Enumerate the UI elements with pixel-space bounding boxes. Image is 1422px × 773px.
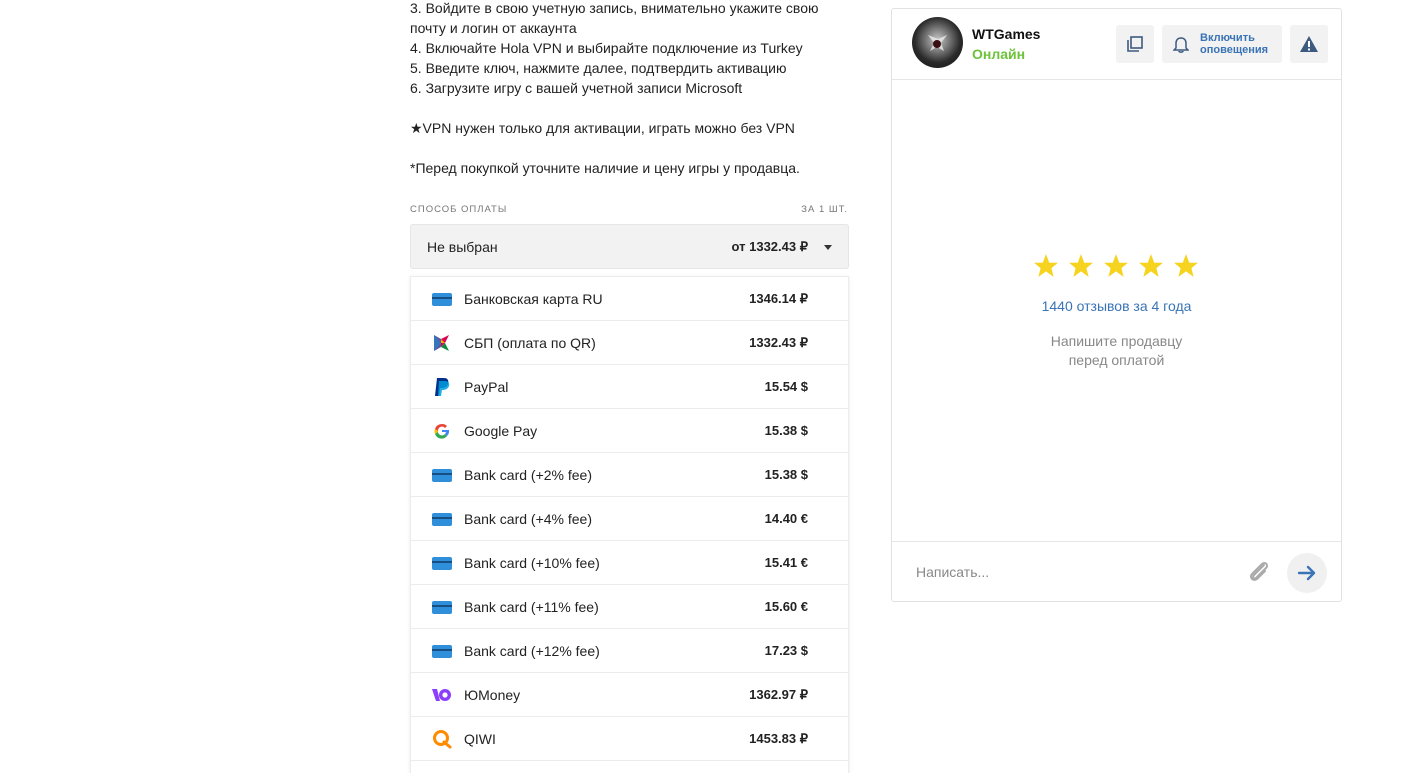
- bank-card-icon: [431, 641, 453, 661]
- arrow-right-icon: [1297, 565, 1316, 581]
- paypal-icon: [431, 377, 453, 397]
- product-description: 3. Войдите в свою учетную запись, внимат…: [410, 0, 850, 178]
- payment-option[interactable]: Bank card (+11% fee) 15.60 €: [411, 585, 848, 629]
- payment-option-name: QIWI: [464, 731, 496, 747]
- star-icon: [1034, 254, 1058, 277]
- description-line: *Перед покупкой уточните наличие и цену …: [410, 160, 800, 176]
- payment-option[interactable]: Google Pay 15.38 $: [411, 409, 848, 453]
- payment-option-name: Bank card (+10% fee): [464, 555, 600, 571]
- copy-button[interactable]: [1116, 25, 1154, 63]
- payment-option[interactable]: Банковская карта RU 1346.14 ₽: [411, 277, 848, 321]
- rating-stars: [1033, 253, 1201, 281]
- payment-option[interactable]: Bank card (+4% fee) 14.40 €: [411, 497, 848, 541]
- description-line: 6. Загрузите игру с вашей учетной записи…: [410, 80, 743, 96]
- contact-hint-line: Напишите продавцу: [1050, 333, 1183, 349]
- bank-card-icon: [431, 597, 453, 617]
- notifications-label-line: Включить: [1200, 32, 1255, 44]
- star-icon: [1139, 254, 1163, 277]
- payment-method-label: СПОСОБ ОПЛАТЫ: [410, 204, 508, 215]
- payment-option[interactable]: Bank card (+12% fee) 17.23 $: [411, 629, 848, 673]
- bank-card-icon: [431, 289, 453, 309]
- payment-option-price: 1346.14 ₽: [749, 291, 808, 306]
- selected-method: Не выбран: [427, 239, 498, 255]
- avatar[interactable]: [912, 17, 963, 68]
- chevron-down-icon: [824, 245, 832, 250]
- seller-header: WTGames Онлайн Включить оповещения: [892, 9, 1341, 80]
- notifications-label: Включить оповещения: [1200, 32, 1268, 56]
- payment-option[interactable]: Bank card (+2% fee) 15.38 $: [411, 453, 848, 497]
- bank-card-icon: [431, 509, 453, 529]
- payment-option-name: ЮMoney: [464, 687, 521, 703]
- payment-option-price: 15.38 $: [764, 467, 808, 482]
- seller-status: Онлайн: [972, 46, 1026, 62]
- payment-option-name: Bank card (+4% fee): [464, 511, 593, 527]
- payment-method-select[interactable]: Не выбран от 1332.43 ₽: [410, 224, 849, 269]
- yoomoney-icon: [431, 685, 453, 705]
- payment-option-name: Банковская карта RU: [464, 291, 603, 307]
- payment-option-price: 1453.83 ₽: [749, 731, 808, 746]
- enable-notifications-button[interactable]: Включить оповещения: [1162, 25, 1282, 63]
- star-icon: [1104, 254, 1128, 277]
- notifications-label-line: оповещения: [1200, 44, 1269, 56]
- star-icon: [1174, 254, 1198, 277]
- star-icon: [1069, 254, 1093, 277]
- description-line: 3. Войдите в свою учетную запись, внимат…: [410, 0, 819, 16]
- paperclip-icon: [1249, 561, 1269, 581]
- warning-icon: [1300, 36, 1318, 52]
- bank-card-icon: [431, 553, 453, 573]
- payment-option-name: Google Pay: [464, 423, 538, 439]
- from-price: от 1332.43 ₽: [731, 239, 808, 254]
- message-input[interactable]: [916, 560, 1216, 584]
- payment-option[interactable]: ЮMoney 1362.97 ₽: [411, 673, 848, 717]
- description-line: 5. Введите ключ, нажмите далее, подтверд…: [410, 60, 787, 76]
- description-line: ★VPN нужен только для активации, играть …: [410, 120, 795, 136]
- payment-method-list: Банковская карта RU 1346.14 ₽ СБП (оплат…: [410, 276, 849, 773]
- payment-option[interactable]: PayPal 15.54 $: [411, 365, 848, 409]
- payment-option-price: 1332.43 ₽: [749, 335, 808, 350]
- bank-card-icon: [431, 465, 453, 485]
- payment-option[interactable]: QIWI 1453.83 ₽: [411, 717, 848, 761]
- payment-option-name: Bank card (+2% fee): [464, 467, 593, 483]
- message-composer: [892, 541, 1341, 601]
- google-icon: [431, 421, 453, 441]
- payment-option-name: Bank card (+11% fee): [464, 599, 599, 615]
- per-unit-label: ЗА 1 ШТ.: [801, 204, 848, 215]
- copy-icon: [1127, 36, 1143, 52]
- payment-option-name: СБП (оплата по QR): [464, 335, 596, 351]
- payment-option[interactable]: Bank card (+10% fee) 15.41 €: [411, 541, 848, 585]
- contact-hint: Напишите продавцу перед оплатой: [892, 332, 1341, 370]
- reviews-link[interactable]: 1440 отзывов за 4 года: [892, 298, 1341, 314]
- attach-button[interactable]: [1245, 558, 1273, 586]
- payment-option-name: PayPal: [464, 379, 509, 395]
- description-line: почту и логин от аккаунта: [410, 20, 577, 36]
- seller-name[interactable]: WTGames: [972, 26, 1040, 42]
- qiwi-icon: [431, 729, 453, 749]
- send-button[interactable]: [1287, 553, 1327, 593]
- seller-chat-panel: WTGames Онлайн Включить оповещения 1440 …: [891, 8, 1342, 602]
- payment-option-price: 1362.97 ₽: [749, 687, 808, 702]
- payment-option-price: 15.41 €: [764, 555, 808, 570]
- report-button[interactable]: [1290, 25, 1328, 63]
- payment-option-price: 17.23 $: [764, 643, 808, 658]
- bell-icon: [1173, 37, 1189, 53]
- payment-option-price: 15.38 $: [764, 423, 808, 438]
- payment-option-price: 14.40 €: [764, 511, 808, 526]
- contact-hint-line: перед оплатой: [1068, 352, 1165, 368]
- payment-option-price: 15.54 $: [764, 379, 808, 394]
- payment-option[interactable]: СБП (оплата по QR) 1332.43 ₽: [411, 321, 848, 365]
- description-line: 4. Включайте Hola VPN и выбирайте подклю…: [410, 40, 803, 56]
- sbp-icon: [431, 333, 453, 353]
- payment-method-header: СПОСОБ ОПЛАТЫ ЗА 1 ШТ.: [410, 204, 848, 216]
- payment-option-price: 15.60 €: [764, 599, 808, 614]
- payment-option-name: Bank card (+12% fee): [464, 643, 600, 659]
